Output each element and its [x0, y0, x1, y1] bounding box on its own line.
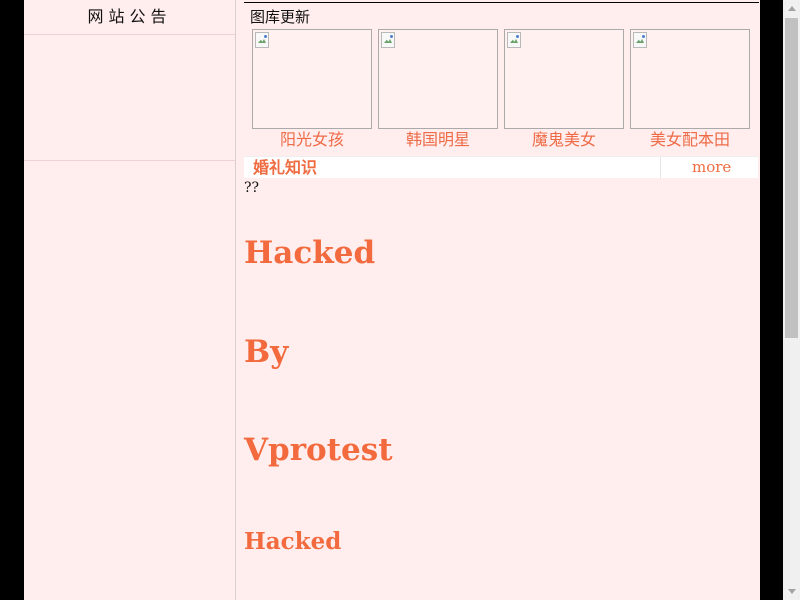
left-sidebar: 网站公告: [24, 0, 236, 600]
top-divider: [244, 2, 759, 3]
section-divider: [660, 157, 661, 178]
gallery-image-frame[interactable]: [504, 29, 624, 129]
gallery-item-beauty-honda[interactable]: 美女配本田: [630, 29, 750, 149]
gallery-image-frame[interactable]: [630, 29, 750, 129]
chevron-up-icon[interactable]: [783, 0, 800, 17]
chevron-down-icon[interactable]: [783, 583, 800, 600]
broken-image-icon: [633, 32, 647, 48]
gallery-caption[interactable]: 韩国明星: [378, 131, 498, 149]
gallery-caption[interactable]: 美女配本田: [630, 131, 750, 149]
gallery-update-title: 图库更新: [250, 8, 311, 26]
vprotest-heading: Vprotest: [244, 432, 393, 468]
hacked-subheading: Hacked: [244, 528, 342, 555]
broken-image-icon: [507, 32, 521, 48]
wedding-knowledge-title: 婚礼知识: [253, 158, 318, 177]
broken-image-icon: [255, 32, 269, 48]
by-heading: By: [244, 334, 289, 370]
gallery-image-frame[interactable]: [252, 29, 372, 129]
gallery-image-frame[interactable]: [378, 29, 498, 129]
gallery-caption[interactable]: 阳光女孩: [252, 131, 372, 149]
wedding-knowledge-header: 婚礼知识 more: [244, 156, 758, 178]
scrollbar-thumb[interactable]: [785, 18, 798, 338]
question-marks-text: ??: [244, 180, 260, 196]
broken-image-icon: [381, 32, 395, 48]
site-notice-panel: 网站公告: [24, 0, 235, 161]
gallery-item-devil-beauty[interactable]: 魔鬼美女: [504, 29, 624, 149]
more-link[interactable]: more: [692, 158, 731, 176]
main-content: 图库更新 阳光女孩 韩国明星 魔鬼美女 美女配本田 婚礼知识 more ?? H…: [244, 0, 760, 600]
gallery-item-sunshine-girl[interactable]: 阳光女孩: [252, 29, 372, 149]
hacked-heading: Hacked: [244, 235, 376, 271]
vertical-scrollbar[interactable]: [783, 0, 800, 600]
web-page: 网站公告 图库更新 阳光女孩 韩国明星 魔鬼美女 美女配本田 婚礼知识 more…: [24, 0, 760, 600]
gallery-caption[interactable]: 魔鬼美女: [504, 131, 624, 149]
site-notice-title: 网站公告: [24, 0, 235, 35]
gallery-grid: 阳光女孩 韩国明星 魔鬼美女 美女配本田: [252, 29, 752, 154]
gallery-item-korean-star[interactable]: 韩国明星: [378, 29, 498, 149]
